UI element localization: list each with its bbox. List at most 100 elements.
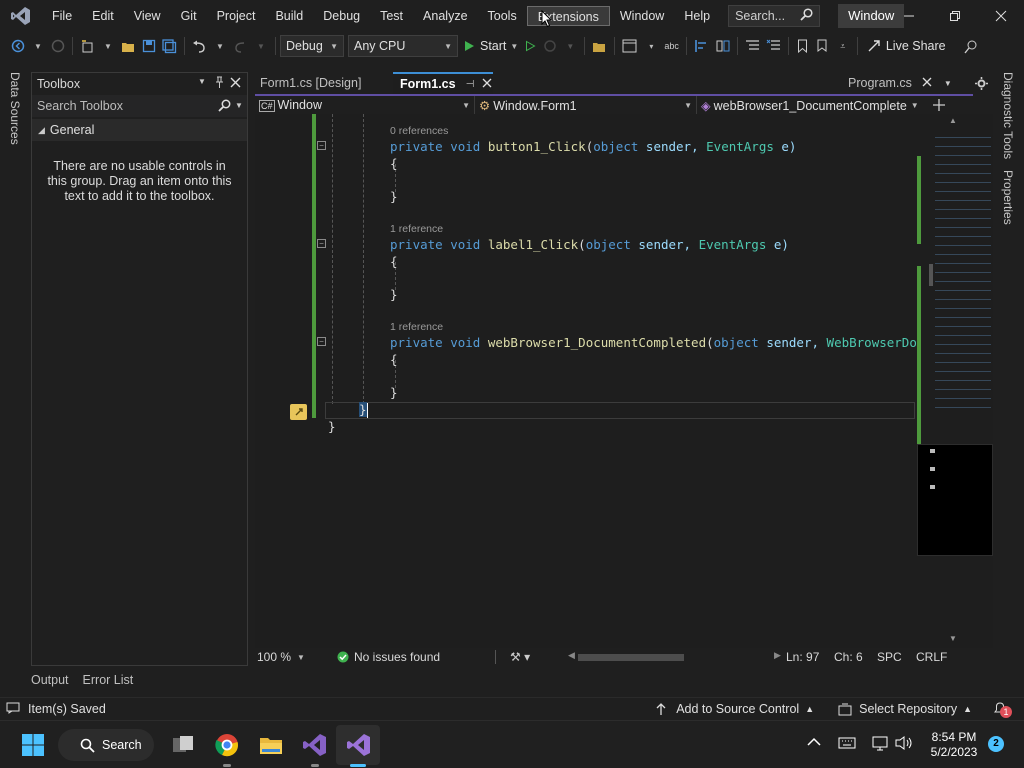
redo-dropdown-icon[interactable]: ▼ bbox=[251, 35, 271, 57]
comment-lines-icon[interactable] bbox=[742, 35, 763, 57]
minimize-icon[interactable] bbox=[886, 0, 932, 32]
menu-analyze[interactable]: Analyze bbox=[413, 6, 477, 26]
split-editor-icon[interactable] bbox=[919, 99, 959, 111]
menu-extensions[interactable]: Extensions bbox=[526, 6, 610, 26]
close-icon[interactable] bbox=[230, 77, 241, 91]
codelens-references[interactable]: 1 reference bbox=[390, 223, 443, 235]
pin-icon[interactable] bbox=[214, 76, 225, 92]
file-explorer-icon[interactable] bbox=[255, 729, 287, 761]
make-same-size-icon[interactable] bbox=[712, 35, 733, 57]
bookmark-icon[interactable] bbox=[793, 35, 813, 57]
menu-help[interactable]: Help bbox=[674, 6, 720, 26]
start-button[interactable]: Start ▼ bbox=[462, 35, 520, 57]
zoom-level[interactable]: 100 % bbox=[255, 650, 297, 664]
project-dropdown[interactable]: C# Window ▼ bbox=[255, 96, 475, 114]
tab-form1-cs[interactable]: Form1.cs ⊣ bbox=[393, 72, 493, 94]
tab-form1-design[interactable]: Form1.cs [Design] bbox=[253, 72, 393, 94]
pin-tab-icon[interactable]: ⊣ bbox=[466, 79, 475, 90]
whitespace-mode[interactable]: SPC bbox=[877, 650, 916, 664]
collapse-region-icon[interactable]: − bbox=[317, 239, 326, 248]
hot-reload-dropdown-icon[interactable]: ▼ bbox=[560, 35, 580, 57]
tab-program-cs[interactable]: Program.cs ▼ bbox=[841, 72, 971, 94]
line-number[interactable]: Ln: 97 bbox=[786, 650, 834, 664]
menu-debug[interactable]: Debug bbox=[313, 6, 370, 26]
settings-gear-icon[interactable] bbox=[971, 72, 993, 94]
solution-configuration-select[interactable]: Debug ▼ bbox=[280, 35, 344, 57]
search-box[interactable]: Search... bbox=[728, 5, 821, 27]
window-position-dropdown-icon[interactable]: ▼ bbox=[198, 77, 206, 86]
tab-list-dropdown-icon[interactable]: ▼ bbox=[944, 79, 952, 88]
volume-icon[interactable] bbox=[894, 735, 914, 754]
new-project-icon[interactable] bbox=[77, 35, 98, 57]
preview-feedback-icon[interactable] bbox=[961, 35, 982, 57]
menu-build[interactable]: Build bbox=[265, 6, 313, 26]
align-icon[interactable] bbox=[691, 35, 712, 57]
close-tab-icon[interactable] bbox=[922, 76, 932, 90]
collapse-region-icon[interactable]: − bbox=[317, 337, 326, 346]
diagnostic-tools-tab[interactable]: Diagnostic Tools bbox=[1001, 72, 1015, 159]
codelens-references[interactable]: 1 reference bbox=[390, 321, 443, 333]
start-without-debugging-icon[interactable] bbox=[520, 35, 540, 57]
zoom-dropdown-icon[interactable]: ▼ bbox=[297, 653, 337, 662]
column-number[interactable]: Ch: 6 bbox=[834, 650, 877, 664]
close-tab-icon[interactable] bbox=[482, 77, 492, 91]
select-repository-button[interactable]: Select Repository ▲ bbox=[838, 702, 972, 716]
open-folder-icon[interactable] bbox=[118, 35, 139, 57]
forward-icon[interactable] bbox=[48, 35, 68, 57]
undo-dropdown-icon[interactable]: ▼ bbox=[210, 35, 230, 57]
bookmark-next-icon[interactable] bbox=[813, 35, 833, 57]
open-file-icon[interactable] bbox=[589, 35, 610, 57]
menu-project[interactable]: Project bbox=[207, 6, 266, 26]
scroll-down-icon[interactable]: ▼ bbox=[949, 634, 957, 643]
search-icon[interactable] bbox=[218, 99, 231, 115]
hot-reload-icon[interactable] bbox=[540, 35, 560, 57]
windows-start-icon[interactable] bbox=[17, 729, 49, 761]
menu-window[interactable]: Window bbox=[610, 6, 674, 26]
network-icon[interactable] bbox=[871, 735, 889, 754]
horizontal-scrollbar[interactable]: ◀ ▶ bbox=[566, 648, 786, 666]
menu-test[interactable]: Test bbox=[370, 6, 413, 26]
properties-tab[interactable]: Properties bbox=[1001, 170, 1015, 225]
minimap-viewport[interactable] bbox=[917, 444, 993, 556]
restore-icon[interactable] bbox=[932, 0, 978, 32]
task-view-icon[interactable] bbox=[167, 729, 199, 761]
line-ending-mode[interactable]: CRLF bbox=[916, 650, 956, 664]
notifications-bell-icon[interactable]: 1 bbox=[992, 700, 1012, 718]
menu-file[interactable]: File bbox=[42, 6, 82, 26]
taskbar-search-button[interactable]: Search bbox=[58, 729, 154, 761]
code-editor[interactable]: 0 references − private void button1_Clic… bbox=[255, 114, 917, 648]
save-icon[interactable] bbox=[139, 35, 159, 57]
menu-tools[interactable]: Tools bbox=[478, 6, 527, 26]
system-clock[interactable]: 8:54 PM 5/2/2023 bbox=[926, 730, 982, 760]
back-dropdown-icon[interactable]: ▼ bbox=[28, 35, 48, 57]
spell-check-icon[interactable]: abc bbox=[661, 35, 682, 57]
notification-center-badge[interactable]: 2 bbox=[988, 736, 1004, 752]
collapse-region-icon[interactable]: − bbox=[317, 141, 326, 150]
uncomment-lines-icon[interactable] bbox=[763, 35, 784, 57]
close-window-icon[interactable] bbox=[978, 0, 1024, 32]
code-cleanup-icon[interactable]: ⚒ ▾ bbox=[510, 650, 566, 664]
scroll-right-icon[interactable]: ▶ bbox=[774, 650, 781, 661]
toolbox-search-input[interactable]: Search Toolbox ▼ bbox=[32, 95, 247, 117]
codelens-references[interactable]: 0 references bbox=[390, 125, 448, 137]
new-project-dropdown-icon[interactable]: ▼ bbox=[98, 35, 118, 57]
toolbar-options-icon[interactable]: ⩡ bbox=[833, 35, 853, 57]
visual-studio-active-icon[interactable] bbox=[343, 729, 375, 761]
save-all-icon[interactable] bbox=[159, 35, 180, 57]
menu-git[interactable]: Git bbox=[171, 6, 207, 26]
keyboard-icon[interactable] bbox=[838, 736, 856, 753]
code-minimap[interactable]: ▲ ▼ bbox=[917, 114, 993, 648]
issues-indicator[interactable]: No issues found bbox=[337, 650, 495, 664]
menu-view[interactable]: View bbox=[124, 6, 171, 26]
visual-studio-taskbar-icon[interactable] bbox=[299, 729, 331, 761]
toolbox-group-general[interactable]: ◢ General bbox=[32, 119, 247, 141]
visual-studio-logo-icon[interactable] bbox=[0, 0, 42, 32]
scroll-up-icon[interactable]: ▲ bbox=[949, 116, 957, 125]
scroll-left-icon[interactable]: ◀ bbox=[568, 650, 575, 661]
add-to-source-control-button[interactable]: Add to Source Control ▲ bbox=[655, 702, 814, 716]
chrome-icon[interactable] bbox=[211, 729, 243, 761]
quick-actions-lightbulb-icon[interactable] bbox=[290, 404, 307, 420]
search-options-dropdown-icon[interactable]: ▼ bbox=[235, 101, 243, 110]
show-hidden-icons-chevron-icon[interactable] bbox=[807, 736, 821, 750]
solution-platform-select[interactable]: Any CPU ▼ bbox=[348, 35, 458, 57]
